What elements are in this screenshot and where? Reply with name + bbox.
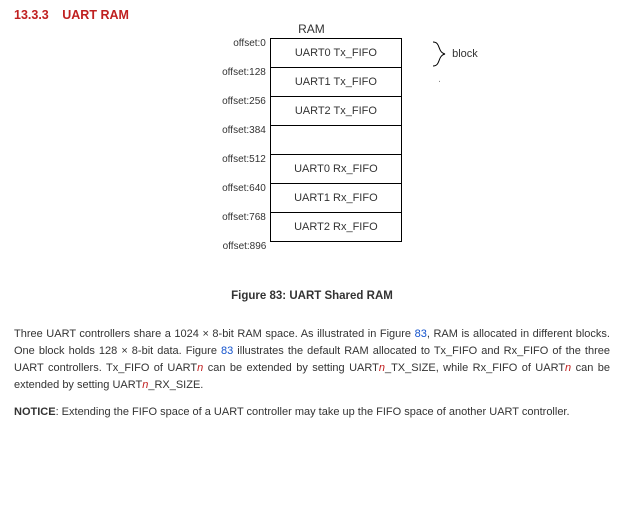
section-number: 13.3.3 [14,8,49,22]
figure-number: Figure 83 [231,290,282,302]
ram-cell: UART0 Rx_FIFO [270,155,401,184]
offset-label: offset:768 [222,213,270,242]
ram-cell: UART2 Rx_FIFO [270,213,401,242]
figure-caption: Figure 83: UART Shared RAM [14,290,610,302]
figure-ref: 83 [415,328,427,340]
figure-ref: 83 [221,345,233,357]
figure-83-diagram: RAM block . offset:0 UART0 Tx_FIFO offse… [14,38,610,268]
offset-label: offset:640 [222,184,270,213]
figure-title: UART Shared RAM [289,290,393,302]
notice-label: NOTICE [14,406,56,418]
ram-title: RAM [298,22,325,36]
notice-paragraph: NOTICE: Extending the FIFO space of a UA… [14,404,610,421]
offset-label: offset:512 [222,155,270,184]
ram-cell-empty [270,126,401,155]
ram-cell: UART1 Tx_FIFO [270,68,401,97]
ram-diagram: RAM block . offset:0 UART0 Tx_FIFO offse… [222,38,402,268]
ram-cell: UART0 Tx_FIFO [270,39,401,68]
paragraph-1: Three UART controllers share a 1024 × 8-… [14,326,610,394]
offset-label: offset:384 [222,126,270,155]
brace-label: block [452,48,478,60]
ram-cell-bottom [270,242,401,268]
page-root: 13.3.3 UART RAM RAM block . offset:0 UAR… [0,0,624,443]
notice-text: : Extending the FIFO space of a UART con… [56,406,570,418]
offset-label: offset:128 [222,68,270,97]
ram-table: offset:0 UART0 Tx_FIFO offset:128 UART1 … [222,38,402,268]
offset-label: offset:0 [222,39,270,68]
section-title: UART RAM [62,8,129,22]
ram-cell: UART1 Rx_FIFO [270,184,401,213]
section-heading: 13.3.3 UART RAM [14,8,610,22]
offset-label: offset:896 [222,242,270,268]
brace-dot: . [438,74,441,85]
block-brace: block [432,42,478,66]
offset-label: offset:256 [222,97,270,126]
ram-cell: UART2 Tx_FIFO [270,97,401,126]
